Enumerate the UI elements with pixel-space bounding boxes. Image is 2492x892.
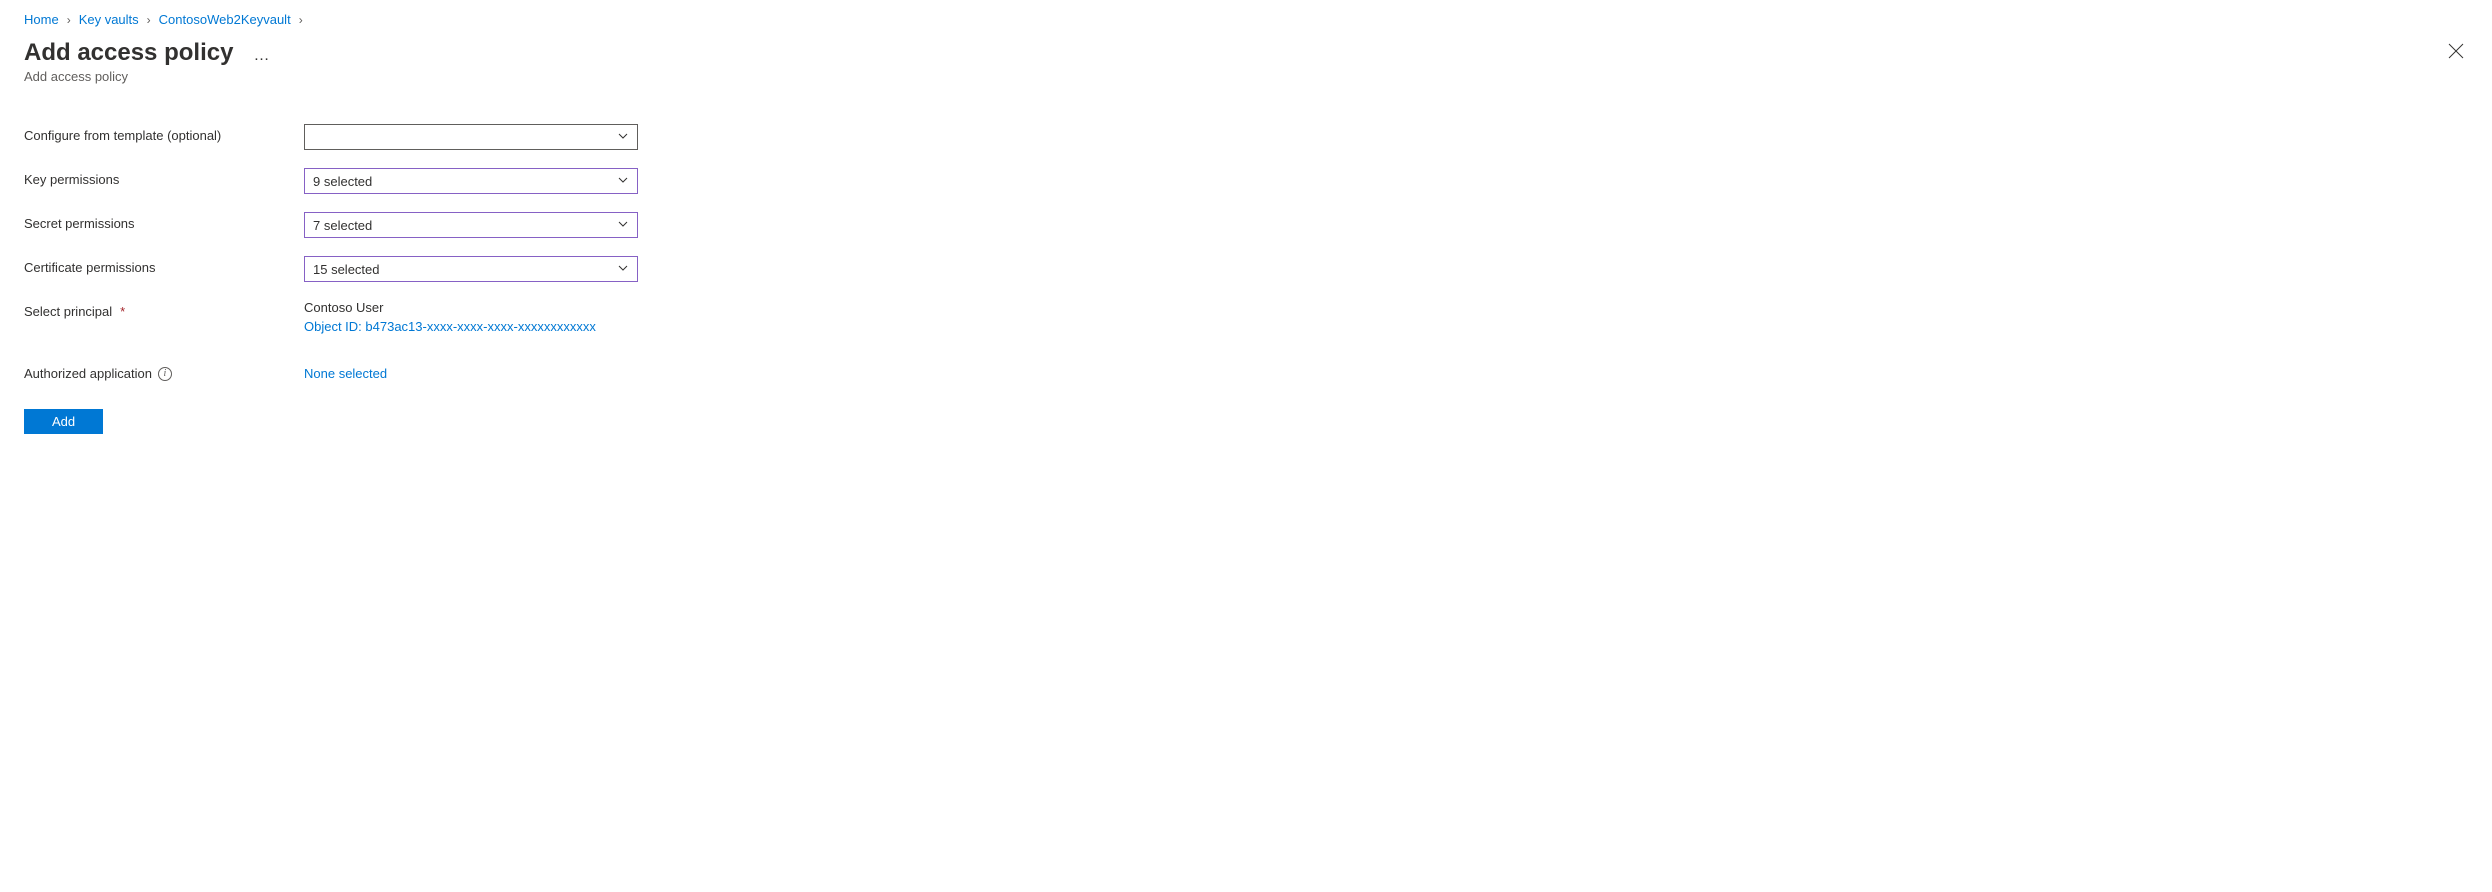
breadcrumb: Home › Key vaults › ContosoWeb2Keyvault … <box>24 12 2468 27</box>
key-permissions-value: 9 selected <box>313 174 372 189</box>
secret-permissions-label: Secret permissions <box>24 212 304 231</box>
more-icon[interactable]: … <box>253 47 270 65</box>
certificate-permissions-value: 15 selected <box>313 262 380 277</box>
chevron-down-icon <box>617 174 629 189</box>
page-header: Add access policy … Add access policy <box>24 39 2468 84</box>
principal-name: Contoso User <box>304 300 638 315</box>
authorized-application-label: Authorized application i <box>24 362 304 381</box>
secret-permissions-value: 7 selected <box>313 218 372 233</box>
authorized-application-link[interactable]: None selected <box>304 362 638 381</box>
template-label: Configure from template (optional) <box>24 124 304 143</box>
chevron-right-icon: › <box>147 13 151 27</box>
certificate-permissions-select[interactable]: 15 selected <box>304 256 638 282</box>
add-button[interactable]: Add <box>24 409 103 434</box>
secret-permissions-select[interactable]: 7 selected <box>304 212 638 238</box>
breadcrumb-home[interactable]: Home <box>24 12 59 27</box>
breadcrumb-vault-name[interactable]: ContosoWeb2Keyvault <box>159 12 291 27</box>
breadcrumb-key-vaults[interactable]: Key vaults <box>79 12 139 27</box>
chevron-down-icon <box>617 262 629 277</box>
close-icon <box>2448 43 2464 59</box>
key-permissions-label: Key permissions <box>24 168 304 187</box>
close-button[interactable] <box>2444 39 2468 66</box>
principal-object-id-link[interactable]: Object ID: b473ac13-xxxx-xxxx-xxxx-xxxxx… <box>304 319 638 334</box>
key-permissions-select[interactable]: 9 selected <box>304 168 638 194</box>
chevron-right-icon: › <box>67 13 71 27</box>
chevron-right-icon: › <box>299 13 303 27</box>
form-body: Configure from template (optional) Key p… <box>24 124 924 434</box>
select-principal-label: Select principal* <box>24 300 304 319</box>
chevron-down-icon <box>617 130 629 145</box>
page-title: Add access policy <box>24 39 233 67</box>
certificate-permissions-label: Certificate permissions <box>24 256 304 275</box>
template-select[interactable] <box>304 124 638 150</box>
chevron-down-icon <box>617 218 629 233</box>
info-icon[interactable]: i <box>158 367 172 381</box>
page-subtitle: Add access policy <box>24 69 270 84</box>
